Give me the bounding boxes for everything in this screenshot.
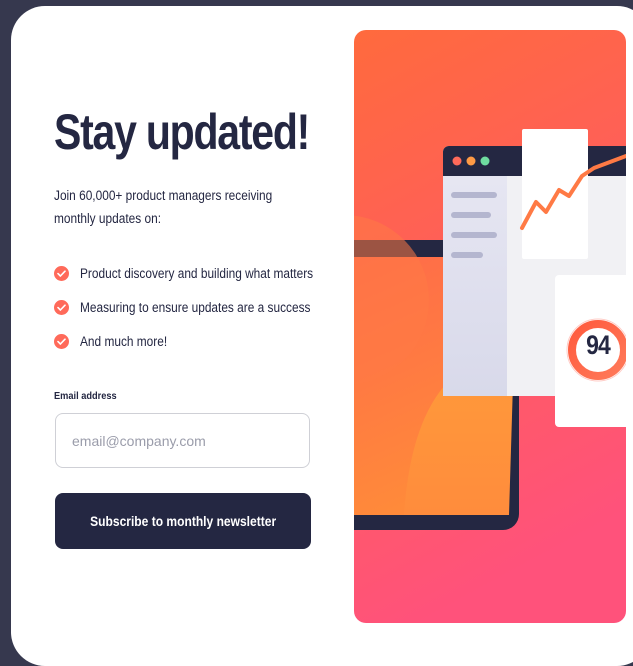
check-icon: [54, 265, 69, 281]
intro-text: Join 60,000+ product managers receiving …: [54, 188, 273, 226]
score-value: 94: [586, 330, 611, 360]
window-dot-red: [452, 156, 462, 166]
window-dot-orange: [466, 156, 476, 166]
feature-text: Product discovery and building what matt…: [80, 265, 314, 281]
feature-text: And much more!: [80, 333, 168, 349]
feature-text: Measuring to ensure updates are a succes…: [80, 299, 311, 315]
page-title: Stay updated!: [54, 104, 310, 160]
list-item: And much more!: [54, 324, 345, 358]
email-label: Email address: [54, 390, 117, 402]
list-item: Measuring to ensure updates are a succes…: [54, 290, 345, 324]
window-dot-green: [480, 156, 490, 166]
check-icon: [54, 299, 69, 315]
list-item: Product discovery and building what matt…: [54, 256, 345, 290]
hero-illustration: 94: [354, 30, 626, 623]
feature-list: Product discovery and building what matt…: [54, 256, 345, 358]
signup-form-panel: Stay updated! Join 60,000+ product manag…: [11, 6, 351, 666]
subscribe-button[interactable]: Subscribe to monthly newsletter: [55, 493, 311, 549]
check-icon: [54, 333, 69, 349]
email-field[interactable]: [55, 413, 310, 468]
dashboard-illustration: [354, 30, 626, 623]
subscribe-button-label: Subscribe to monthly newsletter: [89, 513, 276, 529]
signup-card: Stay updated! Join 60,000+ product manag…: [11, 6, 633, 666]
